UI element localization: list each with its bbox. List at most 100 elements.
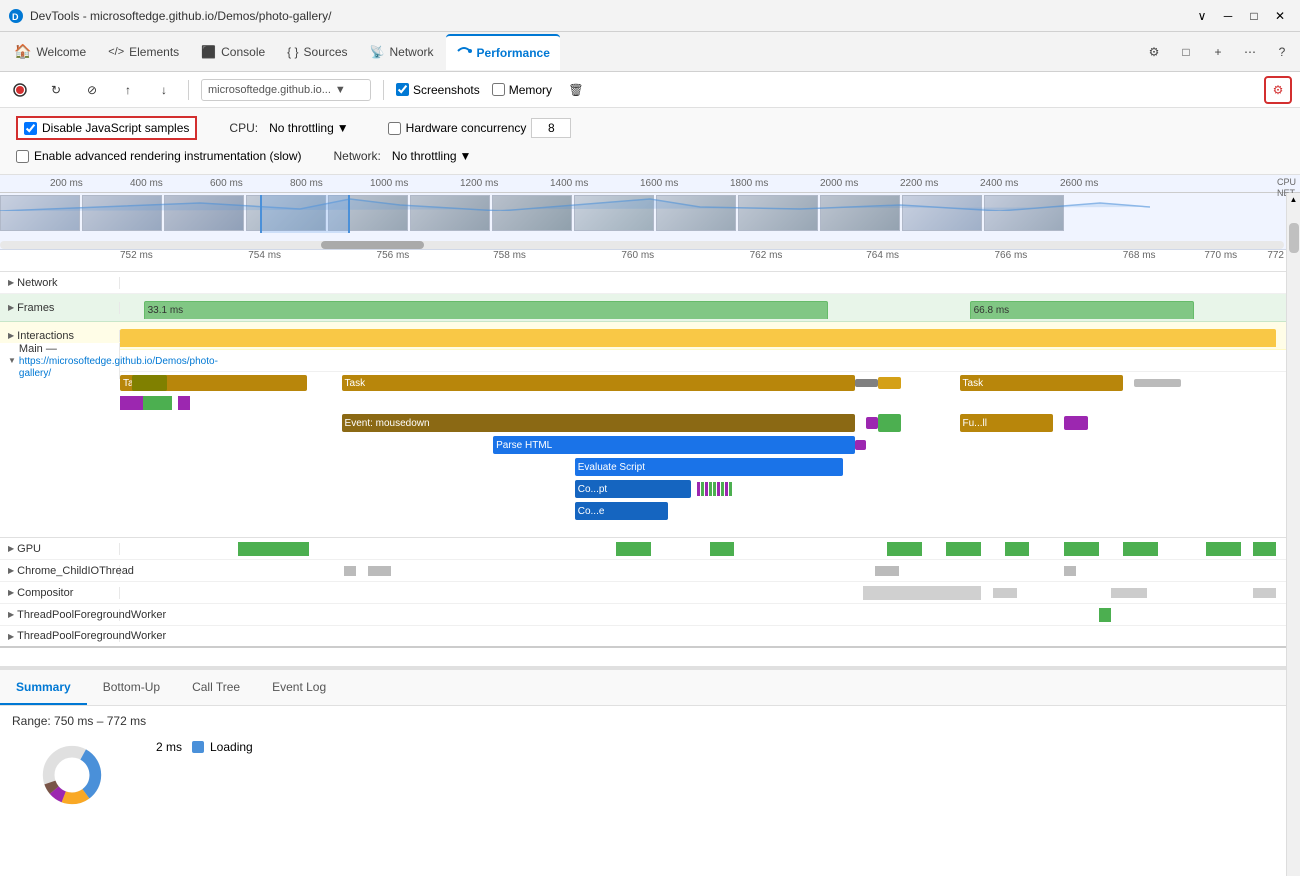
main-expand-icon[interactable]: ▼ (8, 356, 16, 365)
gpu-label[interactable]: ▶ GPU (0, 543, 120, 555)
dock-btn[interactable]: □ (1172, 38, 1200, 66)
tracks-container[interactable]: ▶ Network ▶ Frames 33.1 ms 66.8 ms (0, 272, 1300, 666)
overview-scrollbar[interactable] (0, 241, 1284, 249)
parse-html-bar[interactable]: Parse HTML (493, 436, 854, 454)
main-label[interactable]: ▼ Main — https://microsoftedge.github.io… (0, 343, 120, 379)
threadpool2-label[interactable]: ▶ ThreadPoolForegroundWorker (0, 630, 120, 642)
full-bar[interactable]: Fu...ll (960, 414, 1053, 432)
add-tab-btn[interactable]: + (1204, 38, 1232, 66)
main-flame-area[interactable]: Task Task Task (0, 372, 1300, 537)
devtools-icon: D (8, 8, 24, 24)
gpu-expand-icon[interactable]: ▶ (8, 544, 14, 553)
network-expand-icon[interactable]: ▶ (8, 278, 14, 287)
more-btn[interactable]: ⋯ (1236, 38, 1264, 66)
frames-content: 33.1 ms 66.8 ms (120, 297, 1300, 319)
hw-checkbox[interactable] (388, 122, 401, 135)
disable-js-checkbox[interactable] (24, 122, 37, 135)
hw-concurrency-check[interactable]: Hardware concurrency (388, 118, 572, 138)
childio-label[interactable]: ▶ Chrome_ChildIOThread (0, 565, 120, 577)
tick-768: 768 ms (1123, 250, 1156, 261)
advanced-check[interactable]: Enable advanced rendering instrumentatio… (16, 149, 302, 163)
memory-checkbox[interactable] (492, 83, 505, 96)
donut-svg (12, 740, 132, 810)
event-mousedown-bar[interactable]: Event: mousedown (342, 414, 855, 432)
tab-event-log[interactable]: Event Log (256, 670, 342, 705)
screenshots-checkbox[interactable] (396, 83, 409, 96)
threadpool1-content (120, 604, 1300, 626)
settings-row-2: Enable advanced rendering instrumentatio… (16, 146, 1284, 166)
tab-call-tree[interactable]: Call Tree (176, 670, 256, 705)
task-bar-3[interactable]: Task (960, 375, 1123, 391)
compositor-expand-icon[interactable]: ▶ (8, 588, 14, 597)
network-dropdown[interactable]: No throttling ▼ (385, 146, 479, 166)
frames-expand-icon[interactable]: ▶ (8, 303, 14, 312)
tick-1000: 1000 ms (370, 178, 408, 189)
scroll-up-arrow[interactable]: ▲ (1290, 195, 1298, 204)
threadpool1-expand-icon[interactable]: ▶ (8, 610, 14, 619)
nav-extra: ⚙ □ + ⋯ ? (1140, 38, 1296, 66)
frame-bar-1[interactable]: 33.1 ms (144, 301, 828, 319)
evaluate-bar[interactable]: Evaluate Script (575, 458, 843, 476)
compile-e-bar[interactable]: Co...e (575, 502, 668, 520)
interactions-expand-icon[interactable]: ▶ (8, 331, 14, 340)
parse-end (855, 440, 867, 450)
compositor-content (120, 582, 1300, 604)
settings-icon-btn[interactable]: ⚙ (1140, 38, 1168, 66)
tab-console[interactable]: ⬛ Console (191, 34, 275, 70)
purple-bar2 (178, 396, 190, 410)
main-row-5: Co...pt (120, 478, 1286, 500)
tab-summary[interactable]: Summary (0, 670, 87, 705)
tab-bottom-up[interactable]: Bottom-Up (87, 670, 176, 705)
task-bar-2[interactable]: Task (342, 375, 855, 391)
separator (188, 80, 189, 100)
interactions-label[interactable]: ▶ Interactions (0, 330, 120, 342)
purple-bar (120, 396, 143, 410)
compositor-label[interactable]: ▶ Compositor (0, 587, 120, 599)
frame-bar-2[interactable]: 66.8 ms (970, 301, 1194, 319)
close-btn[interactable]: ✕ (1268, 4, 1292, 28)
gpu-bar-3 (710, 542, 734, 556)
download-btn[interactable]: ↓ (152, 78, 176, 102)
overview-scrollbar-thumb[interactable] (321, 241, 424, 249)
network-label[interactable]: ▶ Network (0, 277, 120, 289)
bottom-scrollbar-thumb[interactable] (1289, 223, 1299, 253)
main-track: ▼ Main — https://microsoftedge.github.io… (0, 350, 1300, 538)
window-controls: ∨ ─ □ ✕ (1190, 4, 1292, 28)
interaction-bar[interactable] (120, 329, 1276, 347)
reload-btn[interactable]: ↻ (44, 78, 68, 102)
io-bar-2 (368, 566, 392, 576)
minimize-btn[interactable]: ─ (1216, 4, 1240, 28)
settings-btn-highlighted[interactable]: ⚙ (1264, 76, 1292, 104)
childio-expand-icon[interactable]: ▶ (8, 566, 14, 575)
trash-btn[interactable]: 🗑 (564, 78, 588, 102)
tab-elements[interactable]: </> Elements (98, 34, 189, 70)
tab-network[interactable]: 📡 Network (360, 34, 444, 70)
legend-loading: 2 ms Loading (156, 740, 253, 754)
cpu-dropdown[interactable]: No throttling ▼ (262, 118, 356, 138)
main-row-6: Co...e (120, 500, 1286, 522)
clear-btn[interactable]: ⊘ (80, 78, 104, 102)
frames-label[interactable]: ▶ Frames (0, 302, 120, 314)
timeline-selection[interactable] (260, 195, 350, 233)
disable-js-check[interactable]: Disable JavaScript samples (16, 116, 197, 140)
chevron-down-btn[interactable]: ∨ (1190, 4, 1214, 28)
advanced-checkbox[interactable] (16, 150, 29, 163)
screenshots-check[interactable]: Screenshots (396, 83, 480, 97)
upload-btn[interactable]: ↑ (116, 78, 140, 102)
tab-welcome[interactable]: 🏠 Welcome (4, 34, 96, 70)
threadpool1-label[interactable]: ▶ ThreadPoolForegroundWorker (0, 609, 120, 621)
toolbar: ↻ ⊘ ↑ ↓ microsoftedge.github.io... ▼ Scr… (0, 72, 1300, 108)
bottom-scrollbar[interactable] (1286, 213, 1300, 876)
restore-btn[interactable]: □ (1242, 4, 1266, 28)
console-icon: ⬛ (201, 45, 216, 59)
tick-2600: 2600 ms (1060, 178, 1098, 189)
hw-input[interactable] (531, 118, 571, 138)
threadpool2-expand-icon[interactable]: ▶ (8, 632, 14, 641)
memory-check[interactable]: Memory (492, 83, 552, 97)
help-btn[interactable]: ? (1268, 38, 1296, 66)
tab-performance[interactable]: Performance (446, 34, 560, 70)
overview-timeline[interactable]: 200 ms 400 ms 600 ms 800 ms 1000 ms 1200… (0, 175, 1300, 250)
tab-sources[interactable]: { } Sources (277, 34, 357, 70)
compile-pt-bar[interactable]: Co...pt (575, 480, 692, 498)
record-btn[interactable] (8, 78, 32, 102)
